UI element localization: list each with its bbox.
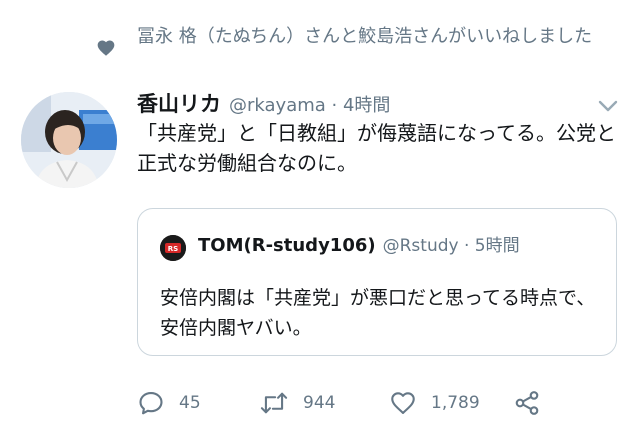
tweet-header: 香山リカ @rkayama · 4時間 [137, 88, 627, 120]
reply-count: 45 [179, 393, 201, 413]
handle-and-timestamp[interactable]: @rkayama · 4時間 [229, 91, 390, 117]
heart-outline-icon [391, 392, 415, 414]
quote-avatar[interactable]: RS [160, 235, 186, 261]
tweet-actions: 45 944 1,789 [137, 388, 617, 418]
quote-avatar-logo-text: RS [168, 245, 178, 253]
quote-text: 安倍内閣は「共産党」が悪口だと思ってる時点で、安倍内閣ヤバい。 [160, 287, 596, 339]
like-button[interactable]: 1,789 [389, 388, 480, 418]
share-button[interactable] [513, 388, 541, 418]
reply-button[interactable]: 45 [137, 388, 201, 418]
quoted-tweet-card[interactable]: RS TOM(R-study106) @Rstudy · 5時間 安倍内閣は「共… [137, 208, 617, 356]
quote-header: TOM(R-study106) @Rstudy · 5時間 [198, 231, 608, 256]
heart-icon [96, 38, 116, 58]
reply-icon [139, 392, 163, 415]
quote-display-name[interactable]: TOM(R-study106) [198, 235, 376, 256]
display-name[interactable]: 香山リカ [137, 88, 221, 118]
share-icon [515, 391, 539, 415]
retweet-icon [260, 392, 288, 414]
tweet-text: 「共産党」と「日教組」が侮蔑語になってる。公党と正式な労働組合なのに。 [137, 121, 616, 175]
retweet-count: 944 [303, 393, 336, 413]
quote-handle-and-timestamp[interactable]: @Rstudy · 5時間 [383, 231, 520, 256]
chevron-down-icon[interactable] [597, 98, 619, 112]
retweet-button[interactable]: 944 [259, 388, 335, 418]
like-count: 1,789 [431, 393, 480, 413]
avatar[interactable] [21, 92, 117, 188]
social-context-text: 冨永 格（たぬちん）さんと鮫島浩さんがいいねしました [137, 26, 593, 47]
